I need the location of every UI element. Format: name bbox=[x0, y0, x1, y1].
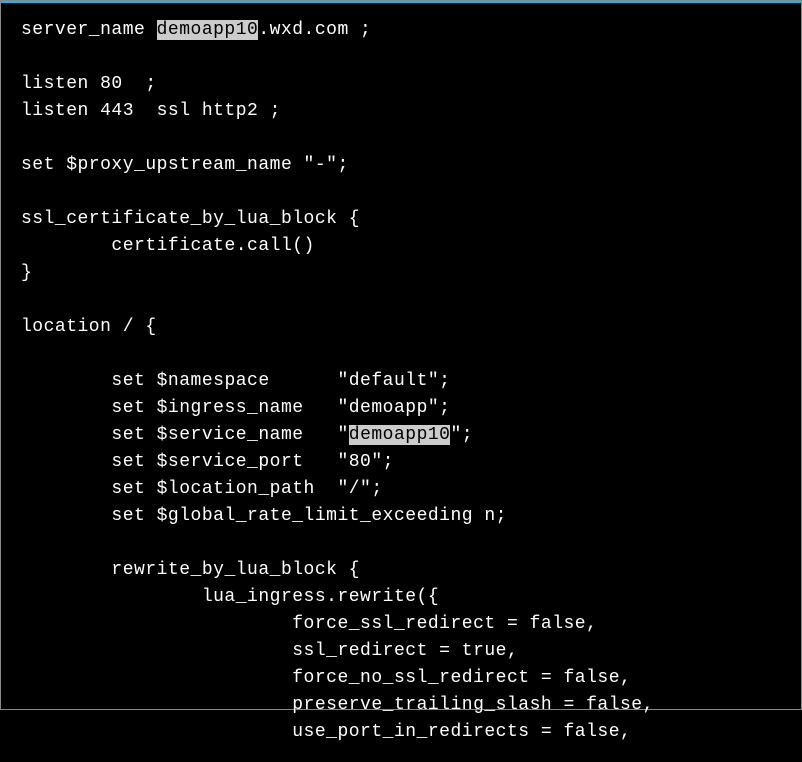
code-text: "; bbox=[450, 425, 473, 445]
code-text: lua_ingress.rewrite({ bbox=[202, 587, 439, 607]
code-text: set $location_path "/"; bbox=[111, 479, 382, 499]
code-text: set $service_name " bbox=[111, 425, 348, 445]
code-line: listen 80 ; bbox=[21, 71, 781, 98]
code-text: listen 443 ssl http2 ; bbox=[21, 101, 281, 121]
code-text: certificate.call() bbox=[111, 236, 314, 256]
code-line: ssl_redirect = true, bbox=[21, 638, 781, 665]
code-line: set $ingress_name "demoapp"; bbox=[21, 395, 781, 422]
code-line: rewrite_by_lua_block { bbox=[21, 557, 781, 584]
code-line bbox=[21, 44, 781, 71]
code-line: set $service_port "80"; bbox=[21, 449, 781, 476]
terminal-output: server_name demoapp10.wxd.com ; listen 8… bbox=[1, 1, 801, 762]
code-line: force_no_ssl_redirect = false, bbox=[21, 665, 781, 692]
code-line bbox=[21, 530, 781, 557]
code-text: set $ingress_name "demoapp"; bbox=[111, 398, 450, 418]
highlighted-text: demoapp10 bbox=[349, 425, 451, 445]
code-text: location / { bbox=[21, 317, 157, 337]
code-line: server_name demoapp10.wxd.com ; bbox=[21, 17, 781, 44]
code-text: ssl_certificate_by_lua_block { bbox=[21, 209, 360, 229]
highlighted-text: demoapp10 bbox=[157, 20, 259, 40]
code-line: certificate.call() bbox=[21, 233, 781, 260]
code-text: force_ssl_redirect = false, bbox=[292, 614, 597, 634]
code-text: ssl_redirect = true, bbox=[292, 641, 518, 661]
code-text: server_name bbox=[21, 20, 157, 40]
code-text: listen 80 ; bbox=[21, 74, 157, 94]
code-text: set $service_port "80"; bbox=[111, 452, 394, 472]
code-text: rewrite_by_lua_block { bbox=[111, 560, 360, 580]
code-text: preserve_trailing_slash = false, bbox=[292, 695, 654, 715]
window-top-border bbox=[1, 1, 801, 3]
code-line: force_ssl_redirect = false, bbox=[21, 611, 781, 638]
code-line bbox=[21, 341, 781, 368]
code-text: use_port_in_redirects = false, bbox=[292, 722, 631, 742]
code-line: lua_ingress.rewrite({ bbox=[21, 584, 781, 611]
code-line bbox=[21, 179, 781, 206]
code-line: use_port_in_redirects = false, bbox=[21, 719, 781, 746]
code-line bbox=[21, 287, 781, 314]
code-line: preserve_trailing_slash = false, bbox=[21, 692, 781, 719]
code-line: set $service_name "demoapp10"; bbox=[21, 422, 781, 449]
code-line: location / { bbox=[21, 314, 781, 341]
code-text: .wxd.com ; bbox=[258, 20, 371, 40]
code-line: listen 443 ssl http2 ; bbox=[21, 98, 781, 125]
code-line: set $namespace "default"; bbox=[21, 368, 781, 395]
code-line: ssl_certificate_by_lua_block { bbox=[21, 206, 781, 233]
code-text: set $proxy_upstream_name "-"; bbox=[21, 155, 349, 175]
code-text: set $namespace "default"; bbox=[111, 371, 450, 391]
code-text: force_no_ssl_redirect = false, bbox=[292, 668, 631, 688]
code-line: } bbox=[21, 260, 781, 287]
code-line bbox=[21, 125, 781, 152]
code-text: set $global_rate_limit_exceeding n; bbox=[111, 506, 507, 526]
code-line: set $location_path "/"; bbox=[21, 476, 781, 503]
code-text: } bbox=[21, 263, 32, 283]
code-line: set $proxy_upstream_name "-"; bbox=[21, 152, 781, 179]
code-line: set $global_rate_limit_exceeding n; bbox=[21, 503, 781, 530]
